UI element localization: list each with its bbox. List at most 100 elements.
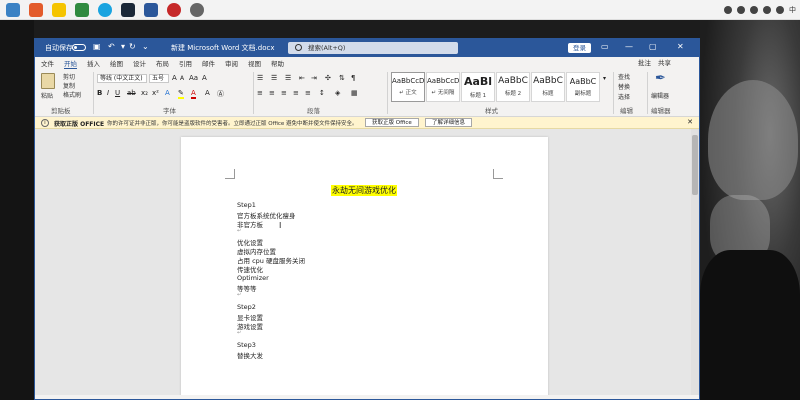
style-title[interactable]: AaBbC 标题 xyxy=(531,72,565,102)
font-size-select[interactable]: 五号 xyxy=(149,74,169,83)
tab-help[interactable]: 帮助 xyxy=(271,58,284,68)
get-genuine-button[interactable]: 获取正版 Office xyxy=(365,118,419,127)
chinese-layout-icon[interactable]: ✣ xyxy=(325,74,331,82)
comment-button[interactable]: 批注 xyxy=(638,57,651,67)
grow-font-icon[interactable]: A xyxy=(172,74,177,82)
underline-icon[interactable]: U xyxy=(115,89,120,97)
tab-layout[interactable]: 布局 xyxy=(156,58,169,68)
close-icon[interactable]: ✕ xyxy=(687,118,693,126)
tab-draw[interactable]: 绘图 xyxy=(110,58,123,68)
styles-more-icon[interactable]: ▾ xyxy=(603,75,606,82)
doc-line[interactable]: ↵ xyxy=(237,330,241,336)
tab-view[interactable]: 视图 xyxy=(248,58,261,68)
document-heading[interactable]: 永劫无间游戏优化 xyxy=(331,185,397,196)
text-effects-icon[interactable]: A xyxy=(165,89,170,97)
numbering-icon[interactable]: ☰ xyxy=(271,74,277,82)
editor-button[interactable]: 编辑器 xyxy=(651,91,669,100)
replace-button[interactable]: 替换 xyxy=(618,82,630,91)
align-right-icon[interactable]: ≡ xyxy=(281,89,287,97)
find-button[interactable]: 查找 xyxy=(618,72,630,81)
style-no-spacing[interactable]: AaBbCcDd ↵ 无间隔 xyxy=(426,72,460,102)
decrease-indent-icon[interactable]: ⇤ xyxy=(299,74,305,82)
tray-app-icon[interactable] xyxy=(763,6,771,14)
font-name-select[interactable]: 等线 (中文正文) xyxy=(97,74,147,83)
wechat-app-icon[interactable] xyxy=(75,3,89,17)
login-button[interactable]: 登录 xyxy=(568,43,591,53)
strikethrough-icon[interactable]: ab xyxy=(127,89,136,97)
autosave-toggle[interactable] xyxy=(72,44,86,51)
undo-icon[interactable]: ↶ xyxy=(108,42,115,51)
distributed-icon[interactable]: ≡ xyxy=(305,89,311,97)
paste-label[interactable]: 粘贴 xyxy=(41,91,53,100)
style-subtitle[interactable]: AaBbC 副标题 xyxy=(566,72,600,102)
doc-line[interactable]: Step3 xyxy=(237,341,256,349)
customize-qat-icon[interactable]: ⌄ xyxy=(142,42,149,51)
select-button[interactable]: 选择 xyxy=(618,92,630,101)
learn-more-button[interactable]: 了解详细信息 xyxy=(425,118,473,127)
italic-icon[interactable]: I xyxy=(107,89,109,97)
style-normal[interactable]: AaBbCcDd ↵ 正文 xyxy=(391,72,425,102)
align-left-icon[interactable]: ≡ xyxy=(257,89,263,97)
share-button[interactable]: 共享 xyxy=(658,57,671,67)
doc-line[interactable]: ↵ xyxy=(237,228,241,234)
subscript-icon[interactable]: x₂ xyxy=(141,89,148,97)
doc-line[interactable]: ↵ xyxy=(237,292,241,298)
netease-app-icon[interactable] xyxy=(167,3,181,17)
undo-dropdown-icon[interactable]: ▾ xyxy=(121,42,125,51)
font-color-icon[interactable]: A xyxy=(191,89,196,99)
enclose-character-icon[interactable]: Ⓐ xyxy=(217,89,224,99)
doc-line[interactable]: 传速优化 xyxy=(237,264,263,274)
show-marks-icon[interactable]: ¶ xyxy=(351,74,355,82)
superscript-icon[interactable]: x² xyxy=(152,89,159,97)
highlight-icon[interactable]: ✎ xyxy=(178,89,184,99)
tab-review[interactable]: 审阅 xyxy=(225,58,238,68)
align-center-icon[interactable]: ≡ xyxy=(269,89,275,97)
cut-button[interactable]: 剪切 xyxy=(63,72,75,81)
doc-line[interactable]: Step1 xyxy=(237,201,256,209)
save-icon[interactable]: ▣ xyxy=(93,42,101,51)
close-icon[interactable]: ✕ xyxy=(677,42,684,51)
character-shading-icon[interactable]: A xyxy=(205,89,210,97)
editor-icon[interactable]: ✒ xyxy=(655,71,666,86)
redo-icon[interactable]: ↻ xyxy=(129,42,136,51)
borders-icon[interactable]: ▦ xyxy=(351,89,358,97)
maximize-icon[interactable]: ▢ xyxy=(649,42,657,51)
doc-line[interactable]: 替换大发 xyxy=(237,350,263,360)
word-app-icon[interactable] xyxy=(144,3,158,17)
language-indicator[interactable]: 中 xyxy=(789,5,796,15)
office-app-icon[interactable] xyxy=(29,3,43,17)
clear-format-icon[interactable]: A xyxy=(202,74,207,82)
shading-icon[interactable]: ◈ xyxy=(335,89,340,97)
gear-icon[interactable] xyxy=(190,3,204,17)
tab-mailings[interactable]: 邮件 xyxy=(202,58,215,68)
doc-line[interactable]: Step2 xyxy=(237,303,256,311)
tray-app-icon[interactable] xyxy=(750,6,758,14)
increase-indent-icon[interactable]: ⇥ xyxy=(311,74,317,82)
minimize-icon[interactable]: — xyxy=(625,42,633,51)
ribbon-display-icon[interactable]: ▭ xyxy=(601,42,609,51)
document-page[interactable]: 永劫无间游戏优化 Step1 官方板系统优化瘦身 非官方板 ↵ 优化设置 虚拟内… xyxy=(181,137,548,399)
bullets-icon[interactable]: ☰ xyxy=(257,74,263,82)
doc-line[interactable]: Optimizer xyxy=(237,274,269,282)
tab-design[interactable]: 设计 xyxy=(133,58,146,68)
tab-home[interactable]: 开始 xyxy=(64,58,77,69)
scrollbar-thumb[interactable] xyxy=(692,135,698,195)
vertical-scrollbar[interactable] xyxy=(691,129,699,395)
search-box[interactable]: 搜索(Alt+Q) xyxy=(288,42,458,54)
bold-icon[interactable]: B xyxy=(97,89,102,97)
tray-app-icon[interactable] xyxy=(737,6,745,14)
telegram-app-icon[interactable] xyxy=(6,3,20,17)
tab-file[interactable]: 文件 xyxy=(41,58,54,68)
change-case-icon[interactable]: Aa xyxy=(189,74,198,82)
format-painter-button[interactable]: 格式刷 xyxy=(63,90,81,99)
copy-button[interactable]: 复制 xyxy=(63,81,75,90)
volume-icon[interactable] xyxy=(776,6,784,14)
steam-app-icon[interactable] xyxy=(121,3,135,17)
style-heading-2[interactable]: AaBbC 标题 2 xyxy=(496,72,530,102)
tray-app-icon[interactable] xyxy=(724,6,732,14)
shrink-font-icon[interactable]: A xyxy=(180,75,184,82)
style-heading-1[interactable]: AaBl 标题 1 xyxy=(461,72,495,102)
sort-icon[interactable]: ⇅ xyxy=(339,74,345,82)
multilevel-list-icon[interactable]: ☰ xyxy=(285,74,291,82)
edge-app-icon[interactable] xyxy=(98,3,112,17)
